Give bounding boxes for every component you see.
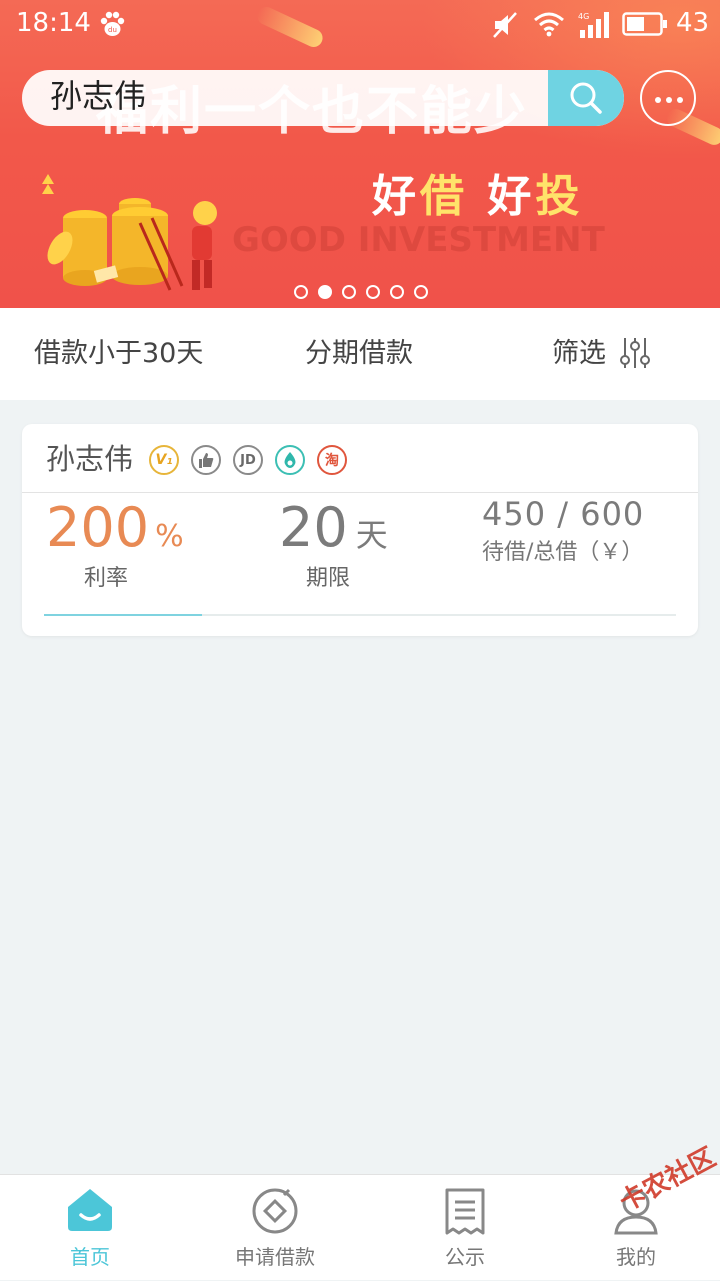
mute-icon [493,12,517,38]
signal-icon: 4G [578,12,609,38]
more-dots-icon [655,97,683,103]
pagination-dot-active[interactable] [318,285,332,299]
loan-card-header: 孙志伟 V₁ JD 淘 [22,424,698,493]
filter-bar: 借款小于30天 分期借款 筛选 [0,308,720,400]
jd-badge-icon: JD [233,445,263,475]
credit-badges: V₁ JD 淘 [149,445,347,475]
baidu-paw-icon: du [100,11,125,36]
pagination-dot[interactable] [366,285,380,299]
funding-progress-bar [44,614,676,616]
notice-document-icon [445,1188,485,1235]
pagination-dot[interactable] [390,285,404,299]
coins-ladder-illustration [42,174,217,291]
banner-pagination [294,285,428,299]
filter-installment[interactable]: 分期借款 [305,336,413,372]
more-menu-button[interactable] [640,70,696,126]
pagination-dot[interactable] [414,285,428,299]
status-bar: 18:14 du 4G 43 [0,0,720,50]
pagination-dot[interactable] [294,285,308,299]
nav-notice-label: 公示 [445,1245,485,1269]
interest-rate-label: 利率 [84,566,129,591]
banner-subtitle: GOOD INVESTMENT [232,220,605,260]
nav-apply-label: 申请借款 [235,1245,315,1269]
battery-level: 43 [676,8,710,38]
drop-badge-icon [275,445,305,475]
svg-text:du: du [108,26,117,34]
loan-term-label: 期限 [306,566,351,591]
funding-progress-fill [44,614,202,616]
search-icon [570,82,602,114]
filter-short-term[interactable]: 借款小于30天 [34,336,203,372]
loan-card[interactable]: 孙志伟 V₁ JD 淘 200% 利率 20 天 期限 450 / 600 待借/… [22,424,698,636]
svg-text:4G: 4G [578,12,589,21]
bottom-nav: 首页 申请借款 公示 我的 [0,1174,720,1280]
borrower-name: 孙志伟 [46,442,134,476]
nav-mine-label: 我的 [616,1245,656,1269]
wifi-icon [534,12,564,37]
banner-slogan: 好借 好投 [372,171,584,222]
search-button[interactable] [548,70,624,126]
home-icon [68,1189,112,1231]
status-time: 18:14 [16,8,91,38]
filter-button[interactable]: 筛选 [552,336,606,372]
search-box[interactable]: 孙志伟 [22,70,624,126]
nav-home-label: 首页 [70,1245,110,1269]
nav-apply-loan[interactable]: 申请借款 [185,1175,365,1281]
taobao-badge-icon: 淘 [317,445,347,475]
apply-loan-icon [252,1188,298,1234]
thumb-up-badge-icon [191,445,221,475]
pagination-dot[interactable] [342,285,356,299]
loan-amount-label: 待借/总借（￥） [482,540,644,565]
nav-home[interactable]: 首页 [0,1175,180,1281]
search-input[interactable]: 孙志伟 [50,76,146,116]
vip-badge-icon: V₁ [149,445,179,475]
filter-sliders-icon[interactable] [620,336,650,370]
nav-notice[interactable]: 公示 [375,1175,555,1281]
loan-amount: 450 / 600 [482,495,645,533]
battery-icon [622,12,667,36]
